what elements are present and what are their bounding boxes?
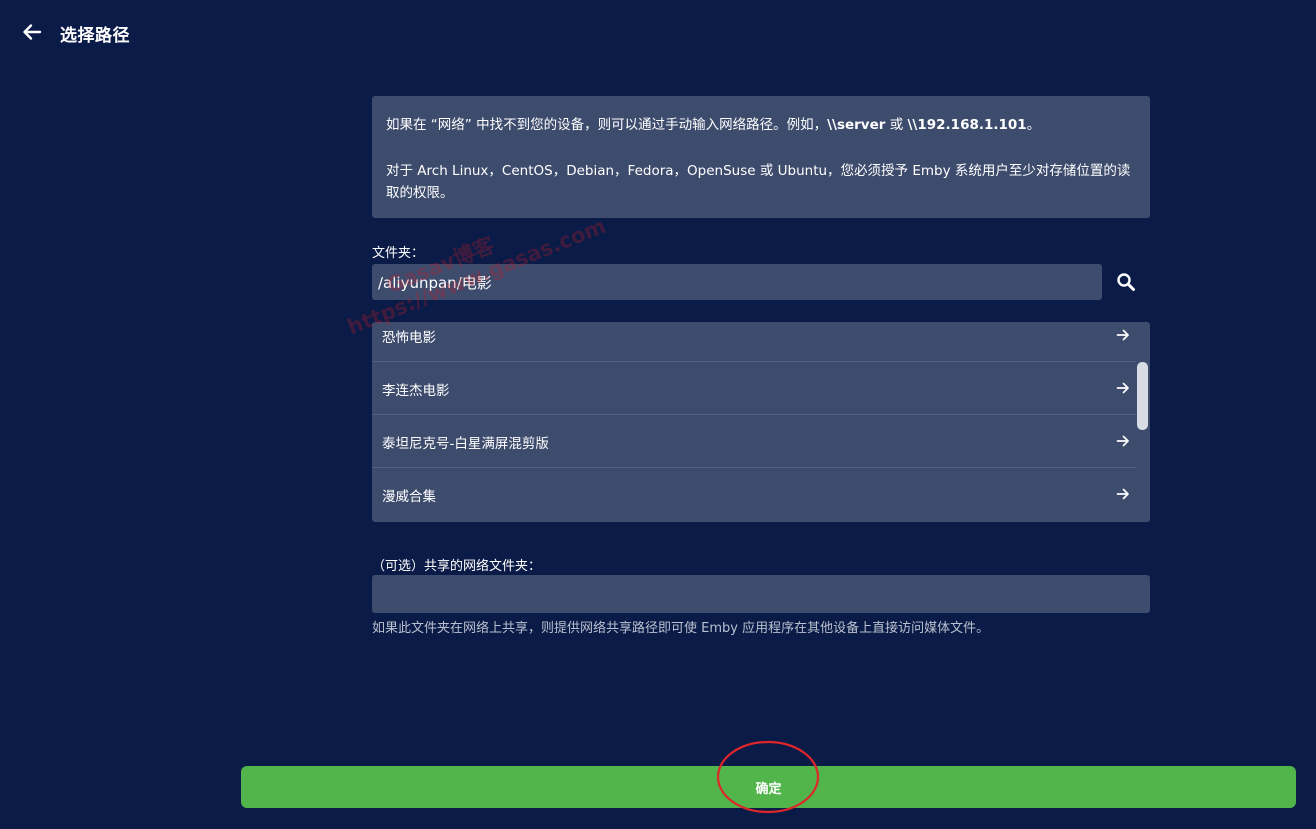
back-button[interactable] bbox=[18, 18, 46, 46]
list-item-label: 泰坦尼克号-白星满屏混剪版 bbox=[382, 436, 549, 452]
list-item-jet-li-movies[interactable]: 李连杰电影 bbox=[372, 362, 1136, 415]
list-item-label: 李连杰电影 bbox=[382, 383, 450, 399]
arrow-right-icon bbox=[1116, 382, 1129, 394]
folder-label: 文件夹： bbox=[372, 246, 425, 261]
select-path-page: 选择路径 如果在 “网络” 中找不到您的设备，则可以通过手动输入网络路径。例如，… bbox=[0, 0, 1316, 829]
folder-list[interactable]: 恐怖电影 李连杰电影 泰坦尼克号-白星满屏混剪版 漫威合集 bbox=[372, 322, 1150, 522]
example-path-server: \\server bbox=[827, 117, 886, 133]
shared-folder-help-text: 如果此文件夹在网络上共享，则提供网络共享路径即可使 Emby 应用程序在其他设备… bbox=[372, 621, 990, 636]
info-text: 或 bbox=[885, 117, 908, 133]
list-item-titanic[interactable]: 泰坦尼克号-白星满屏混剪版 bbox=[372, 415, 1136, 468]
info-text: 。 bbox=[1026, 117, 1041, 133]
arrow-right-icon bbox=[1116, 488, 1129, 500]
list-item-marvel-collection[interactable]: 漫威合集 bbox=[372, 468, 1136, 521]
info-box: 如果在 “网络” 中找不到您的设备，则可以通过手动输入网络路径。例如，\\ser… bbox=[372, 96, 1150, 218]
info-text: 如果在 “网络” 中找不到您的设备，则可以通过手动输入网络路径。例如， bbox=[386, 117, 828, 133]
top-bar: 选择路径 bbox=[0, 0, 1316, 64]
arrow-right-icon bbox=[1116, 435, 1129, 447]
list-item-horror-movies[interactable]: 恐怖电影 bbox=[372, 322, 1136, 362]
page-title: 选择路径 bbox=[60, 26, 130, 46]
search-icon bbox=[1117, 273, 1135, 291]
search-button[interactable] bbox=[1110, 266, 1142, 298]
confirm-button[interactable]: 确定 bbox=[241, 766, 1296, 808]
list-item-label: 恐怖电影 bbox=[382, 330, 436, 346]
example-path-ip: \\192.168.1.101 bbox=[907, 117, 1027, 133]
arrow-left-icon bbox=[23, 24, 42, 40]
shared-folder-input[interactable] bbox=[372, 575, 1150, 613]
folder-path-input[interactable] bbox=[372, 264, 1102, 300]
list-item-label: 漫威合集 bbox=[382, 489, 436, 505]
scrollbar-thumb[interactable] bbox=[1137, 362, 1148, 430]
info-paragraph-network: 如果在 “网络” 中找不到您的设备，则可以通过手动输入网络路径。例如，\\ser… bbox=[386, 114, 1136, 136]
arrow-right-icon bbox=[1116, 329, 1129, 341]
shared-folder-label: （可选）共享的网络文件夹： bbox=[372, 559, 542, 574]
info-paragraph-permissions: 对于 Arch Linux，CentOS，Debian，Fedora，OpenS… bbox=[386, 163, 1131, 201]
